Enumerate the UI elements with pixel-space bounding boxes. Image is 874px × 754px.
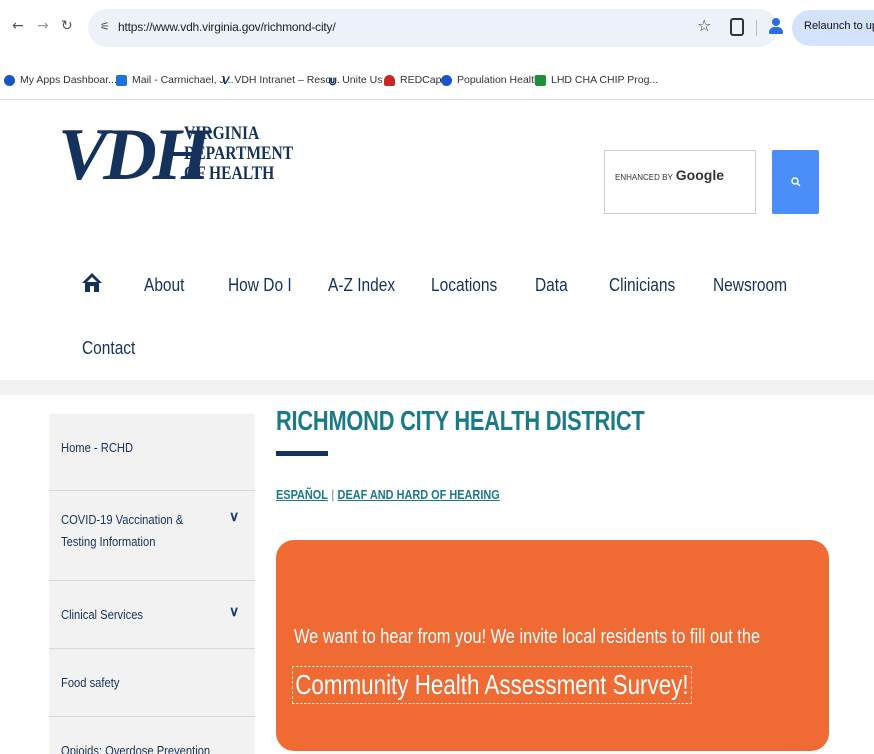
nav-contact[interactable]: Contact: [82, 338, 135, 359]
bookmark-mail[interactable]: Mail - Carmichael, J...: [116, 74, 234, 86]
outlook-icon: [116, 74, 127, 86]
espanol-link[interactable]: ESPAÑOL: [276, 487, 328, 502]
deaf-hard-of-hearing-link[interactable]: DEAF AND HARD OF HEARING: [338, 487, 500, 502]
bookmark-lhd-cha-chip[interactable]: LHD CHA CHIP Prog...: [535, 74, 658, 86]
sidebar-item-opioids[interactable]: Opioids: Overdose Prevention: [49, 717, 255, 754]
link-separator: |: [331, 487, 335, 502]
address-bar[interactable]: ⚟ https://www.vdh.virginia.gov/richmond-…: [88, 9, 778, 47]
logo-wordmark: VIRGINIA DEPARTMENT OF HEALTH: [184, 123, 294, 184]
sidebar-item-clinical-services[interactable]: Clinical Services ∨: [49, 581, 255, 649]
sidebar-item-covid19[interactable]: COVID-19 Vaccination & Testing Informati…: [49, 491, 255, 581]
banner-text: We want to hear from you! We invite loca…: [294, 626, 761, 648]
nav-locations[interactable]: Locations: [431, 275, 497, 296]
chevron-down-icon[interactable]: ∨: [229, 508, 239, 525]
enhanced-by-google: ENHANCED BY Google: [615, 167, 725, 183]
bookmark-unite-us[interactable]: ⋓ Unite Us: [328, 74, 382, 88]
sidebar-item-food-safety[interactable]: Food safety: [49, 649, 255, 717]
bookmark-redcap[interactable]: REDCap: [384, 74, 441, 86]
nav-how-do-i[interactable]: How Do I: [228, 275, 292, 296]
relaunch-button[interactable]: Relaunch to update: [792, 10, 874, 46]
nav-about[interactable]: About: [144, 275, 184, 296]
bookmark-population-health[interactable]: Population Health: [441, 74, 540, 86]
unite-icon: ⋓: [328, 75, 338, 88]
redcap-icon: [384, 74, 395, 86]
vdh-logo[interactable]: VDH VIRGINIA DEPARTMENT OF HEALTH: [58, 118, 308, 208]
search-input[interactable]: ENHANCED BY Google: [604, 150, 756, 214]
bookmark-vdh-intranet[interactable]: V VDH Intranet – Reso...: [222, 74, 340, 87]
survey-banner: We want to hear from you! We invite loca…: [276, 540, 829, 751]
title-underline: [276, 451, 328, 456]
sidebar-item-home-rchd[interactable]: Home - RCHD: [49, 414, 255, 491]
extensions-icon[interactable]: [730, 18, 744, 36]
url-text[interactable]: https://www.vdh.virginia.gov/richmond-ci…: [118, 20, 336, 34]
search-button[interactable]: [772, 150, 819, 214]
sidebar: Home - RCHD COVID-19 Vaccination & Testi…: [49, 414, 255, 754]
toolbar-separator: [756, 20, 757, 36]
forward-icon[interactable]: →: [37, 18, 49, 34]
back-icon[interactable]: ←: [12, 18, 24, 34]
nav-clinicians[interactable]: Clinicians: [609, 275, 675, 296]
sheets-icon: [535, 74, 546, 86]
language-links: ESPAÑOL | DEAF AND HARD OF HEARING: [276, 487, 500, 502]
home-icon[interactable]: [81, 272, 103, 294]
profile-avatar-icon[interactable]: [768, 17, 784, 35]
circle-icon: [441, 74, 452, 86]
bookmarks-bar: My Apps Dashboar... Mail - Carmichael, J…: [0, 60, 874, 100]
nav-newsroom[interactable]: Newsroom: [713, 275, 787, 296]
page-title: RICHMOND CITY HEALTH DISTRICT: [276, 405, 645, 436]
community-survey-link[interactable]: Community Health Assessment Survey!: [292, 666, 692, 704]
circle-icon: [4, 74, 15, 86]
nav-a-z-index[interactable]: A-Z Index: [328, 275, 395, 296]
nav-data[interactable]: Data: [535, 275, 568, 296]
browser-toolbar: ← → ↻ ⚟ https://www.vdh.virginia.gov/ric…: [0, 0, 874, 60]
reload-icon[interactable]: ↻: [61, 18, 73, 34]
search-icon: [790, 177, 800, 187]
section-divider: [0, 380, 874, 395]
chevron-down-icon[interactable]: ∨: [229, 603, 239, 620]
bookmark-my-apps[interactable]: My Apps Dashboar...: [4, 74, 117, 86]
vdh-icon: V: [222, 74, 230, 87]
site-info-icon[interactable]: ⚟: [100, 20, 110, 33]
